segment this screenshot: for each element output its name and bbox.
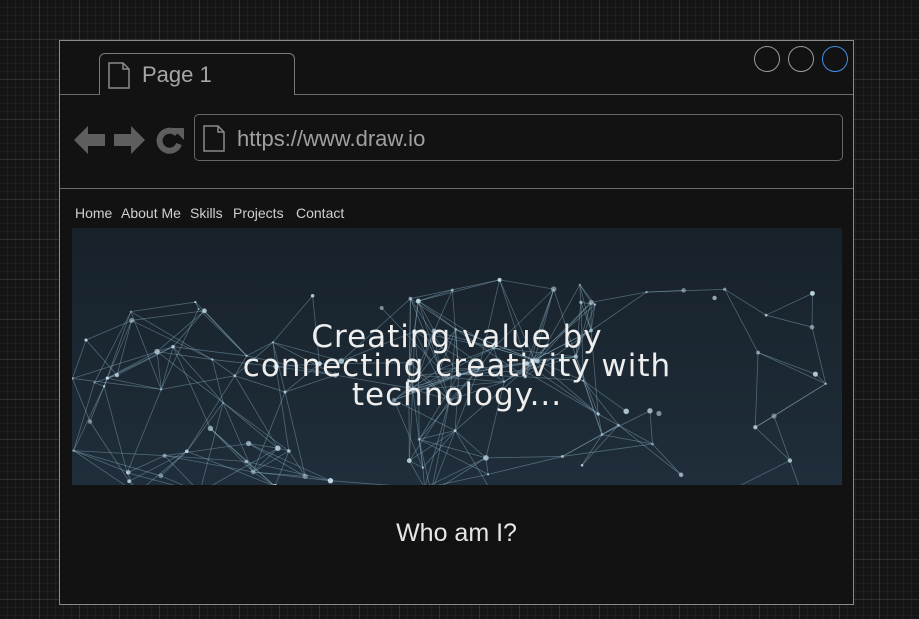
hero-banner: Creating value by connecting creativity … xyxy=(72,228,842,485)
nav-item-skills[interactable]: Skills xyxy=(190,205,223,221)
hero-line-3: technology... xyxy=(351,377,563,413)
browser-window: Page 1 https://www.draw.io Home About Me… xyxy=(59,40,854,605)
minimize-button[interactable] xyxy=(754,46,780,72)
back-arrow-icon[interactable] xyxy=(74,125,106,155)
close-button[interactable] xyxy=(822,46,848,72)
refresh-icon[interactable] xyxy=(155,125,185,155)
nav-item-home[interactable]: Home xyxy=(75,205,112,221)
page-icon xyxy=(203,125,225,152)
maximize-button[interactable] xyxy=(788,46,814,72)
nav-item-about-me[interactable]: About Me xyxy=(121,205,181,221)
forward-arrow-icon[interactable] xyxy=(113,125,145,155)
page-icon xyxy=(108,62,130,89)
address-bar[interactable]: https://www.draw.io xyxy=(194,114,843,161)
url-text: https://www.draw.io xyxy=(237,126,426,151)
browser-tab[interactable]: Page 1 xyxy=(99,53,295,95)
nav-item-projects[interactable]: Projects xyxy=(233,205,284,221)
toolbar-divider xyxy=(60,188,853,189)
tab-title: Page 1 xyxy=(142,62,212,87)
section-heading: Who am I? xyxy=(396,519,517,547)
nav-item-contact[interactable]: Contact xyxy=(296,205,344,221)
hero-headline: Creating value by connecting creativity … xyxy=(72,322,842,413)
